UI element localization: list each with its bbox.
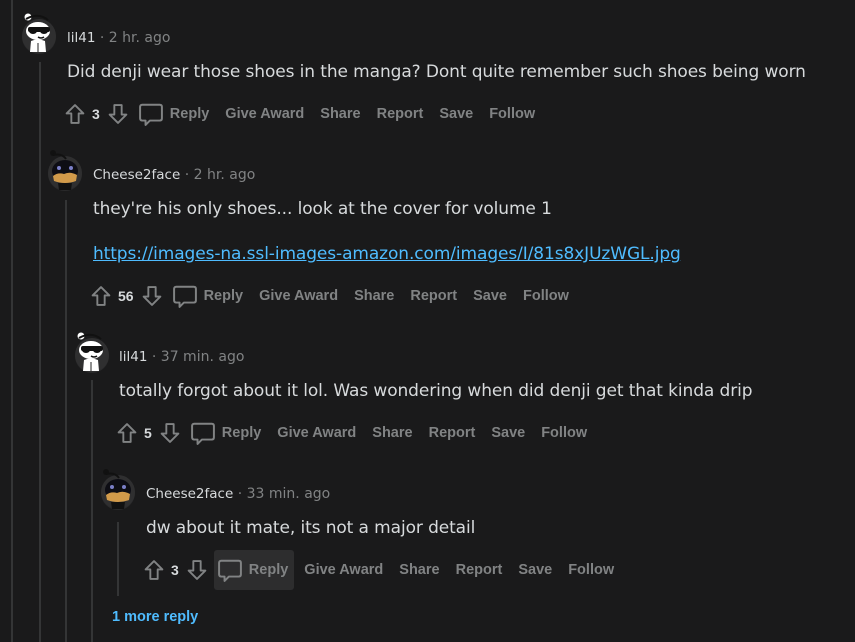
reply-label: Reply xyxy=(248,562,289,578)
report-button[interactable]: Report xyxy=(410,288,457,304)
comment-text: totally forgot about it lol. Was wonderi… xyxy=(119,381,753,401)
share-button[interactable]: Share xyxy=(354,288,394,304)
reply-button[interactable]: Reply xyxy=(187,413,268,453)
give-award-button[interactable]: Give Award xyxy=(304,562,383,578)
comment-actions: 5 Reply Give Award Share Report Save Fol… xyxy=(116,413,603,453)
timestamp[interactable]: 33 min. ago xyxy=(247,486,331,502)
snoo-avatar-icon xyxy=(21,12,57,54)
follow-button[interactable]: Follow xyxy=(568,562,614,578)
give-award-button[interactable]: Give Award xyxy=(225,106,304,122)
upvote-icon[interactable] xyxy=(90,285,112,307)
report-button[interactable]: Report xyxy=(456,562,503,578)
comment-bubble-icon xyxy=(138,103,163,126)
comment-text: they're his only shoes... look at the co… xyxy=(93,199,552,219)
comment-bubble-icon xyxy=(190,422,215,445)
thread-line[interactable] xyxy=(117,522,119,596)
upvote-icon[interactable] xyxy=(143,559,165,581)
give-award-button[interactable]: Give Award xyxy=(259,288,338,304)
report-button[interactable]: Report xyxy=(429,425,476,441)
comment-meta: lil41 · 2 hr. ago xyxy=(67,30,170,46)
vote-count: 56 xyxy=(118,288,134,304)
downvote-icon[interactable] xyxy=(107,103,129,125)
comment-actions: 3 Reply Give Award Share Report Save Fol… xyxy=(64,94,551,134)
thread-line[interactable] xyxy=(39,62,41,642)
downvote-icon[interactable] xyxy=(186,559,208,581)
downvote-icon[interactable] xyxy=(141,285,163,307)
vote-count: 3 xyxy=(171,562,179,578)
share-button[interactable]: Share xyxy=(320,106,360,122)
follow-button[interactable]: Follow xyxy=(489,106,535,122)
upvote-icon[interactable] xyxy=(64,103,86,125)
snoo-avatar-icon xyxy=(74,331,110,373)
comment-meta: Cheese2face · 2 hr. ago xyxy=(93,167,255,183)
thread-line[interactable] xyxy=(65,200,67,642)
comment-actions: 56 Reply Give Award Share Report Save Fo… xyxy=(90,276,585,316)
timestamp[interactable]: 37 min. ago xyxy=(161,349,245,365)
snoo-avatar-icon xyxy=(47,149,83,191)
comment-bubble-icon xyxy=(217,559,242,582)
vote-group: 3 xyxy=(64,103,129,125)
give-award-button[interactable]: Give Award xyxy=(277,425,356,441)
vote-group: 56 xyxy=(90,285,163,307)
image-link[interactable]: https://images-na.ssl-images-amazon.com/… xyxy=(93,244,681,264)
avatar[interactable] xyxy=(21,12,57,54)
vote-count: 3 xyxy=(92,106,100,122)
separator: · xyxy=(151,349,157,365)
comment-actions: 3 Reply Give Award Share Report Save Fol… xyxy=(143,550,630,590)
upvote-icon[interactable] xyxy=(116,422,138,444)
username[interactable]: Cheese2face xyxy=(93,167,180,183)
thread-line[interactable] xyxy=(11,0,13,642)
snoo-avatar-icon xyxy=(100,468,136,510)
report-button[interactable]: Report xyxy=(377,106,424,122)
thread-line[interactable] xyxy=(91,380,93,642)
timestamp[interactable]: 2 hr. ago xyxy=(109,30,171,46)
more-replies-link[interactable]: 1 more reply xyxy=(112,609,198,625)
save-button[interactable]: Save xyxy=(439,106,473,122)
vote-group: 5 xyxy=(116,422,181,444)
share-button[interactable]: Share xyxy=(399,562,439,578)
save-button[interactable]: Save xyxy=(473,288,507,304)
save-button[interactable]: Save xyxy=(518,562,552,578)
reply-label: Reply xyxy=(221,425,262,441)
reply-label: Reply xyxy=(203,288,244,304)
comment-text: Did denji wear those shoes in the manga?… xyxy=(67,62,806,82)
share-button[interactable]: Share xyxy=(372,425,412,441)
vote-group: 3 xyxy=(143,559,208,581)
comment-bubble-icon xyxy=(172,285,197,308)
follow-button[interactable]: Follow xyxy=(541,425,587,441)
username[interactable]: Cheese2face xyxy=(146,486,233,502)
separator: · xyxy=(99,30,105,46)
separator: · xyxy=(184,167,190,183)
avatar[interactable] xyxy=(47,149,83,191)
comment-meta: Cheese2face · 33 min. ago xyxy=(146,486,330,502)
vote-count: 5 xyxy=(144,425,152,441)
separator: · xyxy=(237,486,243,502)
avatar[interactable] xyxy=(100,468,136,510)
avatar[interactable] xyxy=(74,331,110,373)
reply-button[interactable]: Reply xyxy=(135,94,216,134)
comment-meta: lil41 · 37 min. ago xyxy=(119,349,244,365)
comment-text: dw about it mate, its not a major detail xyxy=(146,518,476,538)
username[interactable]: lil41 xyxy=(67,30,95,46)
save-button[interactable]: Save xyxy=(491,425,525,441)
username[interactable]: lil41 xyxy=(119,349,147,365)
follow-button[interactable]: Follow xyxy=(523,288,569,304)
reply-label: Reply xyxy=(169,106,210,122)
downvote-icon[interactable] xyxy=(159,422,181,444)
reply-button[interactable]: Reply xyxy=(213,550,295,590)
timestamp[interactable]: 2 hr. ago xyxy=(194,167,256,183)
reply-button[interactable]: Reply xyxy=(169,276,250,316)
